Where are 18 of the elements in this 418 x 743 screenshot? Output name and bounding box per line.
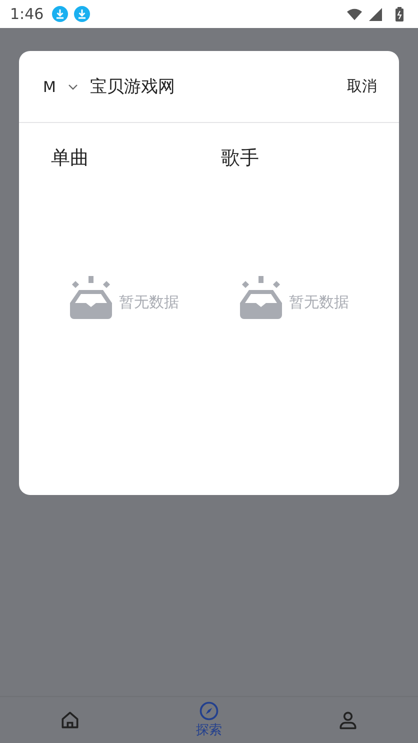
- download-icon: [52, 6, 68, 22]
- empty-tray-icon: [237, 276, 285, 320]
- cancel-button[interactable]: 取消: [347, 77, 377, 96]
- empty-text: 暂无数据: [289, 293, 349, 312]
- status-time: 1:46: [10, 5, 44, 23]
- chevron-down-icon: [68, 84, 78, 90]
- wifi-icon: [347, 8, 362, 20]
- column-title: 单曲: [51, 146, 90, 171]
- search-field[interactable]: 宝贝游戏网: [90, 76, 347, 96]
- empty-text: 暂无数据: [119, 293, 179, 312]
- compass-icon: [198, 700, 220, 722]
- signal-icon: [368, 8, 383, 20]
- download-icon: [74, 6, 90, 22]
- empty-tray-icon: [67, 276, 115, 320]
- person-icon: [337, 709, 360, 731]
- battery-icon: [395, 6, 404, 22]
- column-title: 歌手: [221, 146, 260, 171]
- source-dropdown[interactable]: M: [43, 78, 78, 96]
